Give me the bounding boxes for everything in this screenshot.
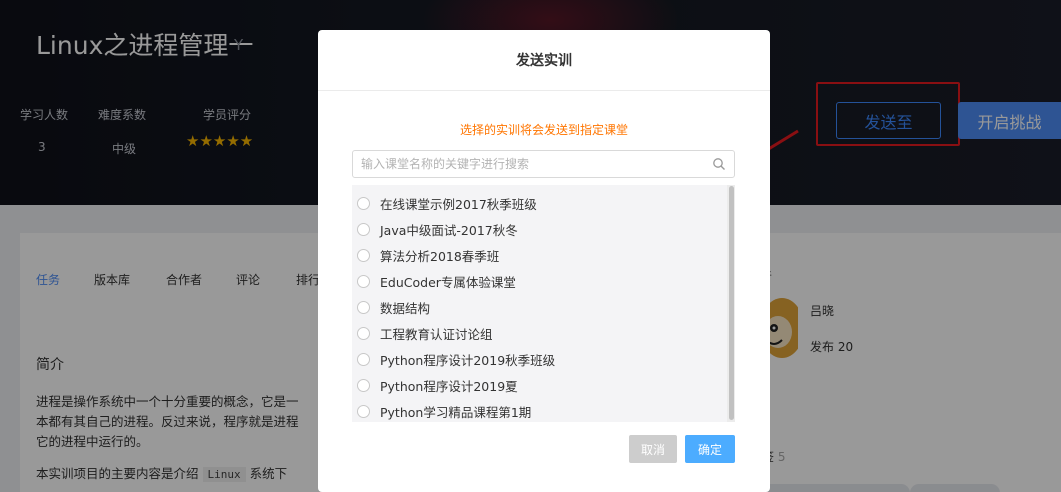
course-label: 在线课堂示例2017秋季班级 <box>380 196 537 212</box>
confirm-button[interactable]: 确定 <box>685 435 735 463</box>
course-item[interactable]: 算法分析2018春季班 <box>352 242 722 268</box>
radio-button[interactable] <box>357 248 370 262</box>
scrollbar-thumb[interactable] <box>729 186 734 420</box>
radio-button[interactable] <box>357 196 370 210</box>
course-item[interactable]: Python程序设计2019秋季班级 <box>352 346 722 372</box>
radio-button[interactable] <box>357 222 370 236</box>
send-training-modal: 发送实训 选择的实训将会发送到指定课堂 在线课堂示例2017秋季班级 Java中… <box>318 30 770 492</box>
radio-button[interactable] <box>357 274 370 288</box>
course-item[interactable]: 在线课堂示例2017秋季班级 <box>352 190 722 216</box>
course-item[interactable]: 工程教育认证讨论组 <box>352 320 722 346</box>
course-label: 数据结构 <box>380 300 431 316</box>
course-item[interactable]: EduCoder专属体验课堂 <box>352 268 722 294</box>
radio-button[interactable] <box>357 404 370 418</box>
radio-button[interactable] <box>357 326 370 340</box>
radio-button[interactable] <box>357 378 370 392</box>
course-label: Python程序设计2019夏 <box>380 378 518 394</box>
course-label: EduCoder专属体验课堂 <box>380 274 516 290</box>
course-item[interactable]: 数据结构 <box>352 294 722 320</box>
course-item[interactable]: Python程序设计2019夏 <box>352 372 722 398</box>
cancel-button[interactable]: 取消 <box>629 435 677 463</box>
radio-button[interactable] <box>357 300 370 314</box>
course-list: 在线课堂示例2017秋季班级 Java中级面试-2017秋冬 算法分析2018春… <box>352 185 735 422</box>
course-item[interactable]: Python学习精品课程第1期 <box>352 398 722 422</box>
course-item[interactable]: Java中级面试-2017秋冬 <box>352 216 722 242</box>
search-box <box>352 150 735 178</box>
course-label: 工程教育认证讨论组 <box>380 326 493 342</box>
course-label: Python程序设计2019秋季班级 <box>380 352 556 368</box>
course-label: Java中级面试-2017秋冬 <box>380 222 518 238</box>
modal-title: 发送实训 <box>318 30 770 91</box>
search-input[interactable] <box>361 151 701 177</box>
search-icon[interactable] <box>712 157 726 171</box>
modal-hint: 选择的实训将会发送到指定课堂 <box>459 123 628 137</box>
course-label: 算法分析2018春季班 <box>380 248 500 264</box>
radio-button[interactable] <box>357 352 370 366</box>
course-label: Python学习精品课程第1期 <box>380 404 532 420</box>
